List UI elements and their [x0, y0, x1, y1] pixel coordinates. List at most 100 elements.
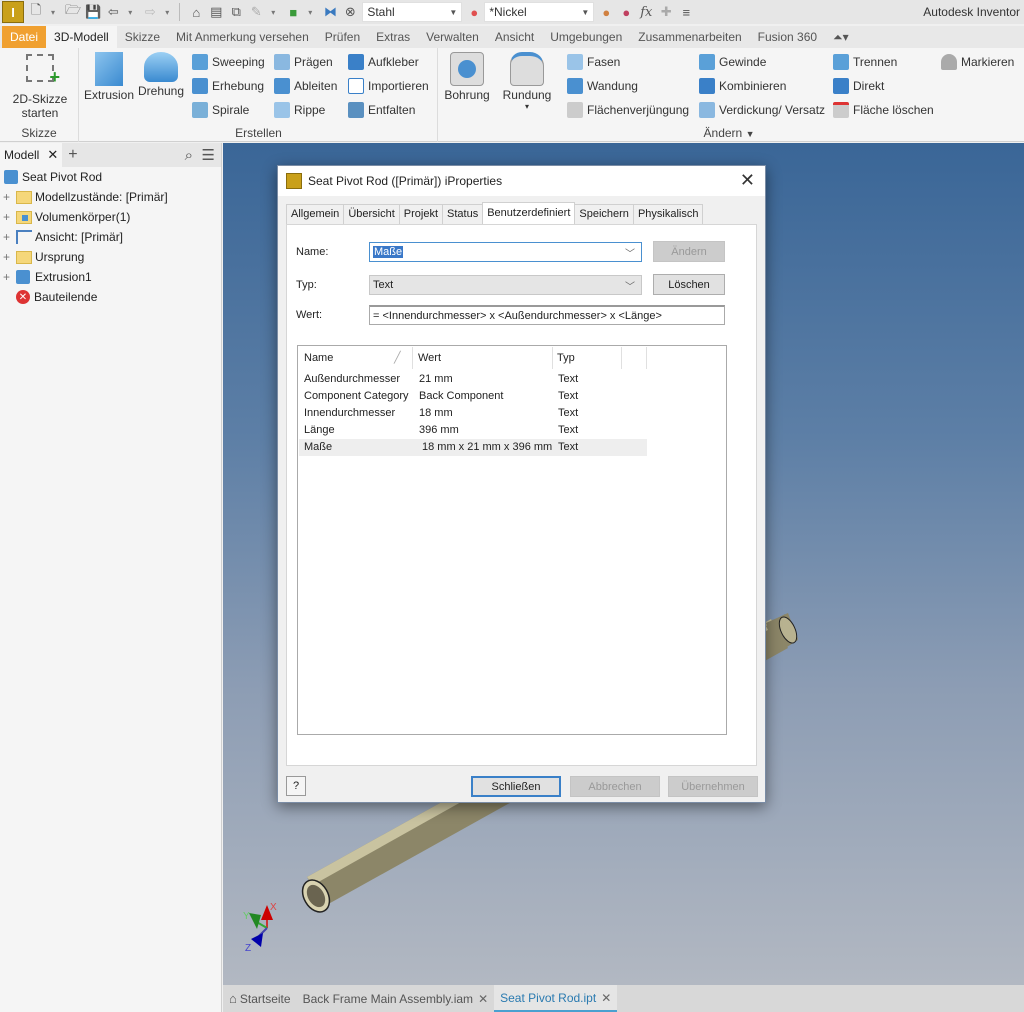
unfold-button[interactable]: Entfalten: [348, 100, 415, 120]
close-icon[interactable]: ✕: [47, 147, 58, 163]
search-icon[interactable]: ⌕: [185, 147, 193, 164]
chevron-down-icon[interactable]: ▾: [499, 102, 555, 111]
panel-toggle-icon[interactable]: ⏶▾: [825, 26, 857, 48]
select-icon[interactable]: ■: [285, 2, 301, 22]
column-header-type[interactable]: Typ: [557, 352, 575, 364]
tab-extras[interactable]: Extras: [368, 26, 418, 48]
chevron-down-icon[interactable]: ﹀: [625, 245, 635, 260]
doc-tab-assembly[interactable]: Back Frame Main Assembly.iam ✕: [297, 985, 495, 1012]
tab-umgebungen[interactable]: Umgebungen: [542, 26, 630, 48]
tab-allgemein[interactable]: Allgemein: [286, 204, 345, 224]
fillet-button[interactable]: Rundung ▾: [499, 52, 555, 111]
group-label-aendern[interactable]: Ändern ▼: [529, 126, 929, 140]
window-icon[interactable]: ⧉: [228, 2, 244, 22]
table-row-selected[interactable]: Maße 18 mm x 21 mm x 396 mm Text: [299, 439, 647, 456]
chevron-down-icon[interactable]: ▾: [159, 2, 175, 22]
adjust-icon[interactable]: ●: [598, 2, 614, 22]
expand-icon[interactable]: +: [3, 270, 13, 284]
tab-skizze[interactable]: Skizze: [117, 26, 168, 48]
tab-zusammenarbeiten[interactable]: Zusammenarbeiten: [630, 26, 749, 48]
combine-button[interactable]: Kombinieren: [699, 76, 786, 96]
expand-icon[interactable]: +: [3, 230, 13, 244]
cancel-button[interactable]: Abbrechen: [570, 776, 660, 797]
material-icon[interactable]: ⊗: [342, 2, 358, 22]
tree-node[interactable]: + Ansicht: [Primär]: [0, 227, 221, 247]
loft-button[interactable]: Erhebung: [192, 76, 264, 96]
delete-face-button[interactable]: Fläche löschen: [833, 100, 934, 120]
chevron-down-icon[interactable]: ▾: [45, 2, 61, 22]
tab-speichern[interactable]: Speichern: [574, 204, 634, 224]
doc-tab-part[interactable]: Seat Pivot Rod.ipt ✕: [494, 985, 618, 1012]
emboss-button[interactable]: Prägen: [274, 52, 333, 72]
appearance-select[interactable]: *Nickel ▼: [484, 2, 595, 22]
import-button[interactable]: Importieren: [348, 76, 429, 96]
browser-tab-modell[interactable]: Modell ✕: [0, 143, 63, 167]
close-icon[interactable]: ✕: [740, 170, 755, 191]
menu-icon[interactable]: ☰: [202, 146, 215, 164]
close-button[interactable]: Schließen: [471, 776, 561, 797]
tab-anmerkung[interactable]: Mit Anmerkung versehen: [168, 26, 317, 48]
chevron-down-icon[interactable]: ﹀: [625, 278, 635, 293]
type-select[interactable]: Text ﹀: [369, 275, 642, 295]
tree-root[interactable]: Seat Pivot Rod: [0, 167, 221, 187]
inventor-logo[interactable]: I: [2, 1, 24, 23]
revolve-button[interactable]: Drehung: [136, 52, 186, 98]
dialog-titlebar[interactable]: Seat Pivot Rod ([Primär]) iProperties ✕: [278, 166, 765, 196]
tab-uebersicht[interactable]: Übersicht: [343, 204, 400, 224]
customize-icon[interactable]: ≡: [678, 2, 694, 22]
extrusion-button[interactable]: Extrusion: [82, 52, 136, 102]
sketch-icon[interactable]: ✎: [248, 2, 264, 22]
value-input[interactable]: = <Innendurchmesser> x <Außendurchmesser…: [369, 305, 725, 325]
tab-datei[interactable]: Datei: [2, 26, 47, 48]
apply-button[interactable]: Übernehmen: [668, 776, 758, 797]
shell-button[interactable]: Wandung: [567, 76, 638, 96]
home-icon[interactable]: ⌂: [188, 2, 204, 22]
rib-button[interactable]: Rippe: [274, 100, 325, 120]
chevron-down-icon[interactable]: ▾: [265, 2, 281, 22]
change-button[interactable]: Ändern: [653, 241, 725, 262]
coil-button[interactable]: Spirale: [192, 100, 249, 120]
tab-3d-modell[interactable]: 3D-Modell: [46, 26, 117, 48]
chevron-down-icon[interactable]: ▾: [122, 2, 138, 22]
material-select[interactable]: Stahl ▼: [362, 2, 463, 22]
table-row[interactable]: Component Category Back Component Text: [299, 388, 647, 405]
thread-button[interactable]: Gewinde: [699, 52, 766, 72]
chamfer-button[interactable]: Fasen: [567, 52, 620, 72]
new-icon[interactable]: 🗋: [28, 2, 44, 22]
start-2d-sketch-button[interactable]: + 2D-Skizze starten: [8, 52, 72, 120]
name-combobox[interactable]: Maße ﹀: [369, 242, 642, 262]
table-row[interactable]: Innendurchmesser 18 mm Text: [299, 405, 647, 422]
tab-projekt[interactable]: Projekt: [398, 204, 444, 224]
delete-button[interactable]: Löschen: [653, 274, 725, 295]
face-draft-button[interactable]: Flächenverjüngung: [567, 100, 689, 120]
tree-node[interactable]: + Volumenkörper(1): [0, 207, 221, 227]
close-icon[interactable]: ✕: [601, 991, 611, 1005]
table-row[interactable]: Außendurchmesser 21 mm Text: [299, 371, 647, 388]
close-icon[interactable]: ✕: [478, 992, 488, 1006]
thicken-button[interactable]: Verdickung/ Versatz: [699, 100, 825, 120]
derive-button[interactable]: Ableiten: [274, 76, 337, 96]
expand-icon[interactable]: +: [3, 210, 13, 224]
chevron-down-icon[interactable]: ▾: [302, 2, 318, 22]
split-button[interactable]: Trennen: [833, 52, 897, 72]
expand-icon[interactable]: +: [3, 190, 13, 204]
clear-icon[interactable]: ●: [618, 2, 634, 22]
open-icon[interactable]: 🗁: [65, 2, 81, 22]
tree-node[interactable]: + Extrusion1: [0, 267, 221, 287]
hole-button[interactable]: Bohrung: [441, 52, 493, 102]
doc-tab-home[interactable]: ⌂ Startseite: [223, 985, 297, 1012]
direct-button[interactable]: Direkt: [833, 76, 884, 96]
tab-verwalten[interactable]: Verwalten: [418, 26, 487, 48]
add-tab-icon[interactable]: +: [68, 146, 77, 164]
decal-button[interactable]: Aufkleber: [348, 52, 419, 72]
tree-node[interactable]: ✕ Bauteilende: [0, 287, 221, 307]
tab-status[interactable]: Status: [442, 204, 484, 224]
mark-button[interactable]: Markieren: [941, 52, 1014, 72]
properties-list[interactable]: Name ╱ Wert Typ Außendurchmesser 21 mm Tex…: [297, 345, 727, 735]
tree-node[interactable]: + Modellzustände: [Primär]: [0, 187, 221, 207]
tab-ansicht[interactable]: Ansicht: [487, 26, 542, 48]
column-header-value[interactable]: Wert: [418, 352, 441, 364]
tab-fusion-360[interactable]: Fusion 360: [750, 26, 825, 48]
help-icon[interactable]: ?: [286, 776, 306, 796]
tab-benutzerdefiniert[interactable]: Benutzerdefiniert: [482, 202, 576, 224]
